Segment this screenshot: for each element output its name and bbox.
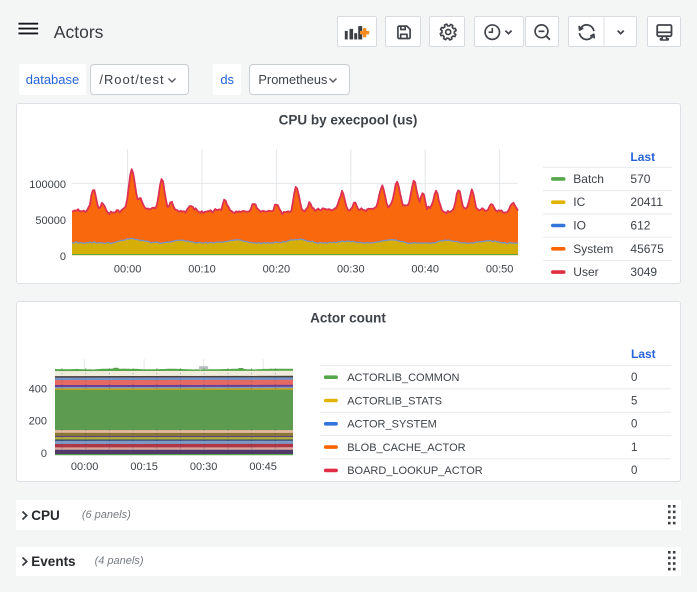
svg-text:00:15: 00:15 (130, 461, 158, 473)
svg-text:00:00: 00:00 (71, 461, 99, 473)
svg-text:IC: IC (573, 195, 585, 209)
svg-text:ACTORLIB_STATS: ACTORLIB_STATS (347, 395, 442, 407)
svg-text:BOARD_LOOKUP_ACTOR: BOARD_LOOKUP_ACTOR (347, 465, 483, 477)
svg-text:Batch: Batch (573, 172, 604, 186)
svg-text:0: 0 (60, 251, 66, 263)
svg-text:570: 570 (630, 172, 650, 186)
svg-text:200: 200 (29, 416, 47, 428)
svg-text:ACTOR_SYSTEM: ACTOR_SYSTEM (347, 419, 437, 431)
svg-text:100000: 100000 (29, 179, 66, 191)
svg-text:612: 612 (630, 219, 650, 233)
svg-text:00:50: 00:50 (486, 264, 514, 276)
svg-text:Last: Last (631, 347, 656, 361)
svg-text:00:30: 00:30 (190, 461, 218, 473)
svg-text:User: User (573, 265, 598, 279)
svg-text:BLOB_CACHE_ACTOR: BLOB_CACHE_ACTOR (347, 442, 465, 454)
svg-text:5: 5 (631, 395, 637, 407)
svg-text:1: 1 (631, 442, 637, 454)
svg-text:50000: 50000 (35, 215, 66, 227)
svg-text:0: 0 (631, 372, 637, 384)
svg-text:00:10: 00:10 (188, 264, 216, 276)
svg-text:400: 400 (29, 384, 47, 396)
svg-text:0: 0 (41, 448, 47, 460)
svg-text:00:40: 00:40 (411, 264, 439, 276)
svg-text:0: 0 (631, 465, 637, 477)
svg-text:00:30: 00:30 (337, 264, 365, 276)
svg-text:20411: 20411 (630, 195, 663, 209)
svg-text:Last: Last (630, 150, 655, 164)
svg-text:00:00: 00:00 (114, 264, 142, 276)
svg-text:3049: 3049 (630, 265, 657, 279)
svg-text:System: System (573, 242, 613, 256)
svg-text:0: 0 (631, 419, 637, 431)
svg-text:00:20: 00:20 (263, 264, 291, 276)
svg-text:45675: 45675 (630, 242, 664, 256)
svg-text:ACTORLIB_COMMON: ACTORLIB_COMMON (347, 372, 459, 384)
svg-text:Actor count: Actor count (310, 311, 386, 326)
svg-text:00:45: 00:45 (249, 461, 277, 473)
svg-text:IO: IO (573, 219, 586, 233)
svg-text:CPU by execpool (us): CPU by execpool (us) (279, 113, 418, 128)
